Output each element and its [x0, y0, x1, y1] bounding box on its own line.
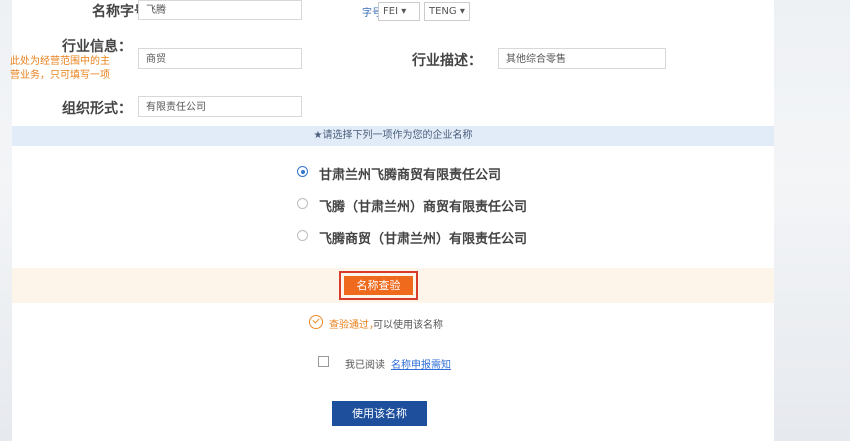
name-check-button[interactable]: 名称查验: [344, 276, 413, 295]
industry-input[interactable]: 商贸: [138, 48, 302, 69]
agree-checkbox[interactable]: [318, 356, 329, 367]
pass-message-detail: 可以使用该名称: [373, 320, 443, 331]
radio-icon[interactable]: [297, 230, 308, 241]
industry-note-line1: 此处为经营范围中的主: [10, 56, 110, 67]
name-check-panel: 名称字号： 飞腾 字号拼音为： FEI ▾ TENG ▾ 行业信息： 此处为经营…: [10, 0, 774, 441]
agree-text: 我已阅读: [345, 360, 385, 371]
name-option-label: 甘肃兰州飞腾商贸有限责任公司: [319, 168, 502, 183]
declaration-notice-link[interactable]: 名称申报需知: [391, 356, 451, 371]
industry-desc-label: 行业描述：: [412, 53, 482, 69]
zihao-input[interactable]: 飞腾: [138, 0, 302, 20]
pinyin-select-2[interactable]: TENG ▾: [424, 2, 470, 21]
check-button-band: 名称查验: [12, 268, 774, 303]
pass-message-status: 查验通过，: [329, 320, 379, 331]
name-option-label: 飞腾（甘肃兰州）商贸有限责任公司: [319, 200, 528, 215]
industry-note-line2: 营业务，只可填写一项: [10, 70, 110, 81]
org-label: 组织形式：: [62, 101, 132, 117]
name-option-label: 飞腾商贸（甘肃兰州）有限责任公司: [319, 232, 528, 247]
radio-icon[interactable]: [297, 198, 308, 209]
check-circle-icon: [309, 315, 323, 329]
pinyin-select-1[interactable]: FEI ▾: [378, 2, 420, 21]
industry-label: 行业信息：: [62, 39, 132, 55]
radio-selected-icon[interactable]: [297, 166, 308, 177]
industry-desc-input[interactable]: 其他综合零售: [498, 48, 666, 69]
check-button-highlight: 名称查验: [339, 271, 418, 300]
org-input[interactable]: 有限责任公司: [138, 96, 302, 117]
choose-name-banner: ★请选择下列一项作为您的企业名称: [12, 126, 774, 146]
use-name-button[interactable]: 使用该名称: [332, 401, 427, 426]
